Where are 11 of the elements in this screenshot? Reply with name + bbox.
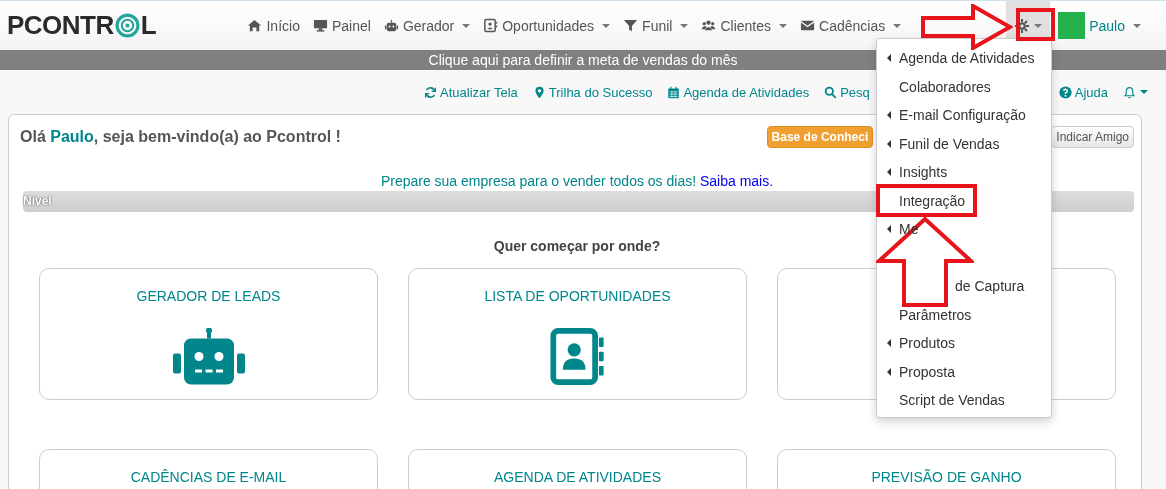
card-title: GERADOR DE LEADS	[136, 288, 281, 304]
card-title: CADÊNCIAS DE E-MAIL	[130, 469, 287, 485]
logo-text: L	[140, 10, 157, 41]
progress-label: Nível	[23, 194, 52, 208]
logo-text: PCONTR	[7, 10, 114, 41]
promo-text: Prepare sua empresa para o vender todos os dias!	[380, 173, 697, 189]
card-title: AGENDA DE ATIVIDADES	[494, 469, 661, 485]
greeting: Olá Paulo, seja bem-vindo(a) ao Pcontrol !	[20, 128, 341, 146]
card-title: LISTA DE OPORTUNIDADES	[484, 288, 671, 304]
question-heading: Quer começar por onde?	[492, 238, 662, 254]
card-title: PREVISÃO DE GANHO	[871, 469, 1022, 485]
